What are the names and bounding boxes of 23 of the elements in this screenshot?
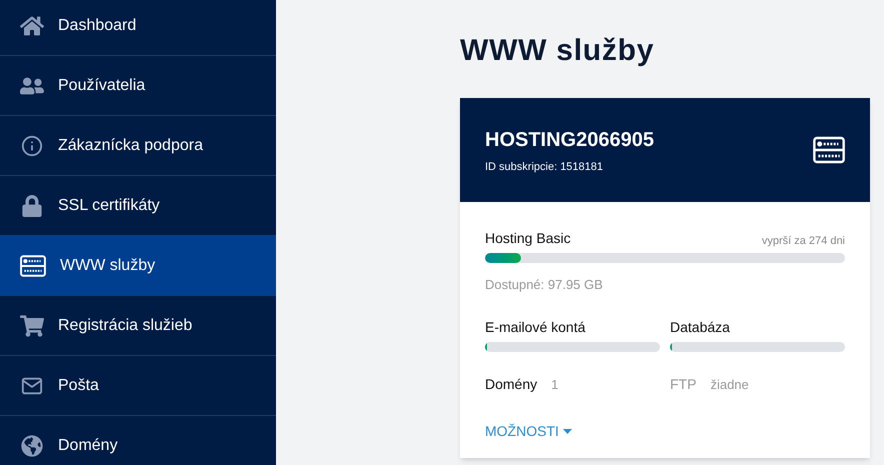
info-icon (20, 134, 44, 156)
server-icon (813, 136, 845, 164)
sidebar-item[interactable]: WWW služby (0, 236, 276, 296)
users-icon (20, 74, 44, 96)
cart-icon (20, 314, 44, 336)
server-icon (20, 254, 46, 276)
meter-label: E-mailové kontá (485, 318, 586, 336)
caret-icon (562, 428, 572, 434)
home-icon (20, 14, 44, 36)
expiry-text: vyprší za 274 dni (762, 234, 845, 248)
subscription-id: ID subskripcie: 1518181 (485, 160, 604, 175)
meter-label: Databáza (670, 318, 731, 336)
stat-value: 1 (551, 376, 558, 394)
plan-name: Hosting Basic (485, 229, 571, 248)
globe-icon (20, 434, 44, 456)
options-button[interactable]: MOŽNOSTI (485, 420, 572, 442)
stat-label: FTP (670, 374, 696, 394)
lock-icon (20, 194, 44, 216)
page-title: WWW služby (460, 36, 656, 66)
hosting-name: HOSTING2066905 (485, 128, 654, 153)
stat-value: žiadne (710, 376, 749, 394)
stat-label: Domény (485, 374, 538, 394)
available-space: Dostupné: 97.95 GB (485, 276, 604, 294)
